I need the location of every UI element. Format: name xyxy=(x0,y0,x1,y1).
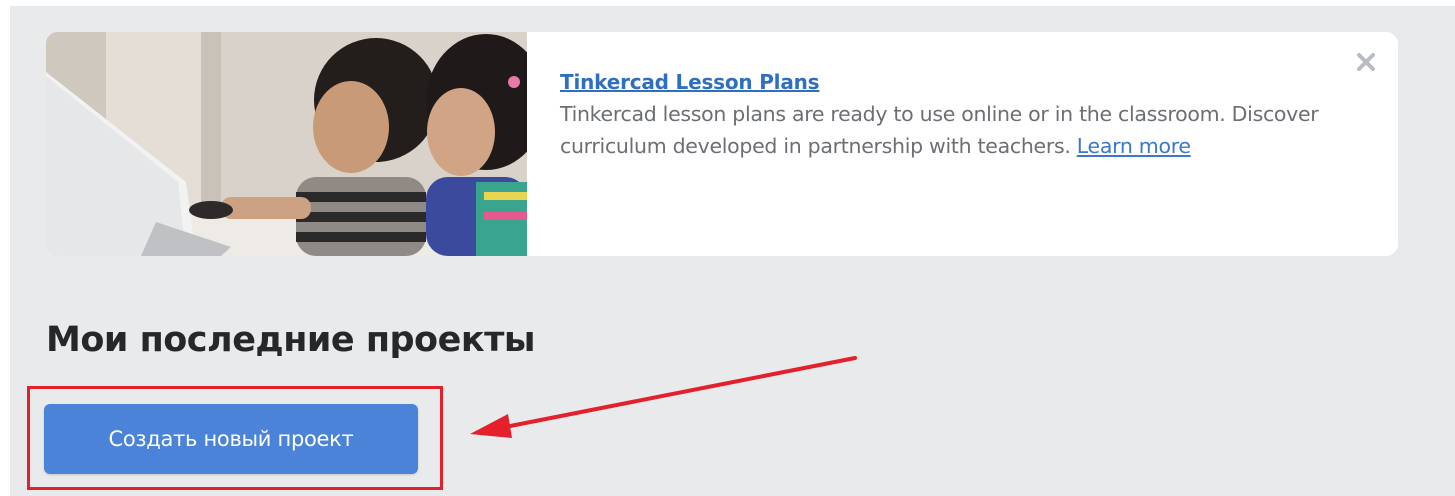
banner-description: Tinkercad lesson plans are ready to use … xyxy=(560,98,1360,162)
banner-photo xyxy=(46,32,527,256)
learn-more-link[interactable]: Learn more xyxy=(1077,134,1191,158)
banner-description-text: Tinkercad lesson plans are ready to use … xyxy=(560,102,1319,158)
lesson-plans-link[interactable]: Tinkercad Lesson Plans xyxy=(560,70,820,94)
lesson-plans-banner: Tinkercad Lesson Plans Tinkercad lesson … xyxy=(46,32,1398,256)
arrow-left-icon xyxy=(470,356,857,438)
page: Tinkercad Lesson Plans Tinkercad lesson … xyxy=(10,6,1455,496)
create-new-project-button[interactable]: Создать новый проект xyxy=(44,404,418,474)
close-icon[interactable] xyxy=(1351,47,1381,77)
banner-content: Tinkercad Lesson Plans Tinkercad lesson … xyxy=(560,70,1360,162)
